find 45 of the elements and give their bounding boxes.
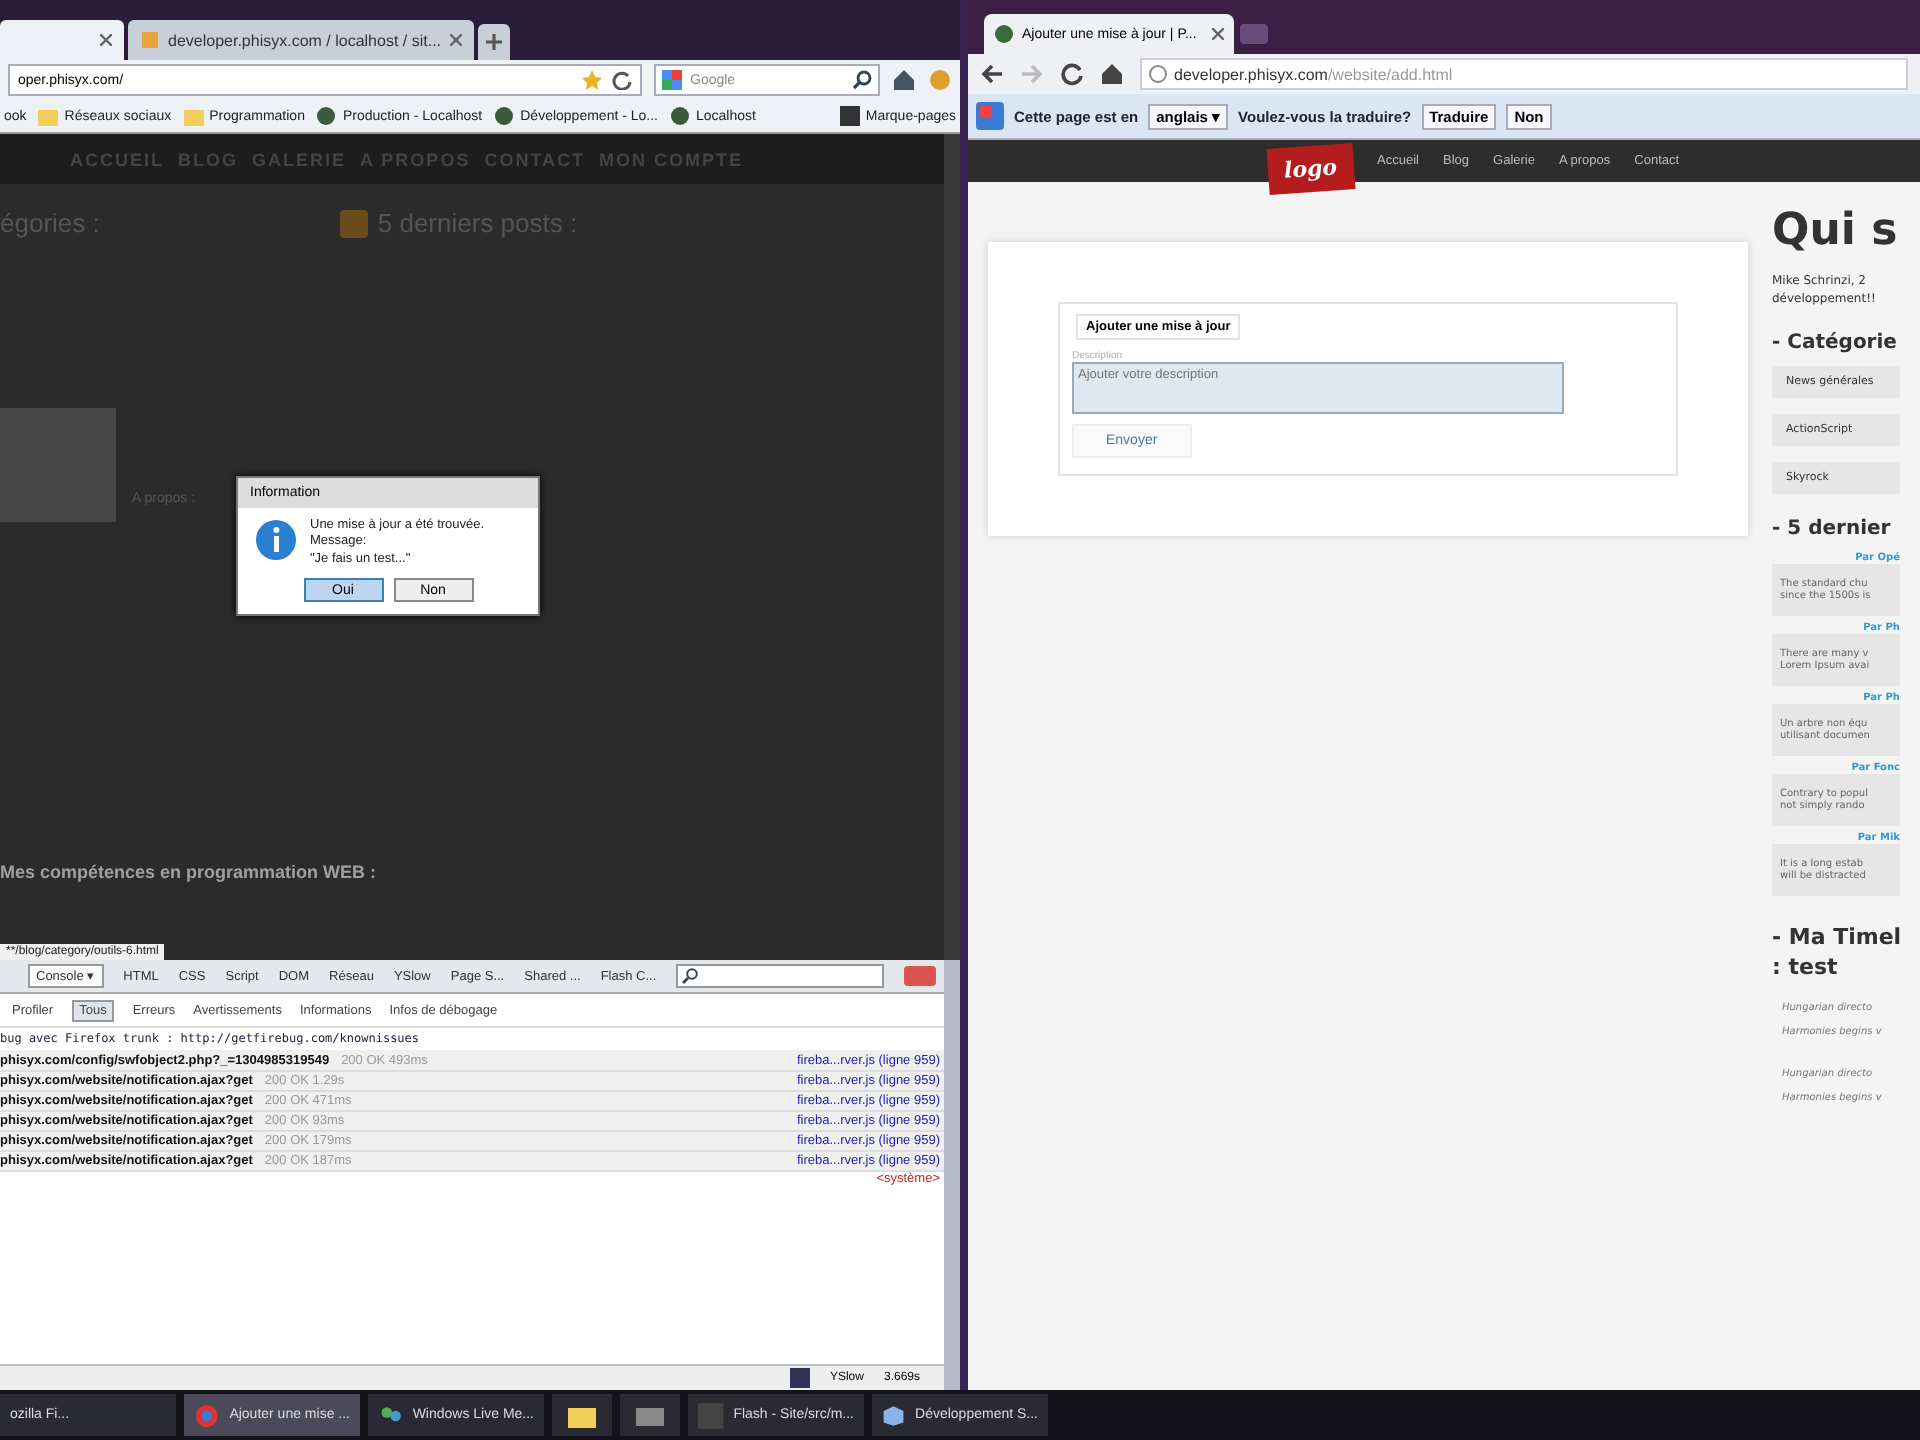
logo[interactable]: logo xyxy=(1266,143,1355,195)
taskbar-button[interactable] xyxy=(620,1394,680,1436)
address-bar[interactable]: developer.phisyx.com/website/add.html xyxy=(1140,58,1908,90)
globe-icon xyxy=(670,106,690,126)
section-heading: Mes compétences en programmation WEB : xyxy=(0,862,379,882)
section-heading: - Ma Timel xyxy=(1772,924,1900,954)
new-tab-button[interactable] xyxy=(477,24,510,60)
globe-icon xyxy=(994,24,1014,44)
search-field[interactable] xyxy=(676,964,884,988)
home-icon xyxy=(892,68,916,92)
translate-icon xyxy=(976,102,1004,130)
home-icon xyxy=(1100,62,1124,86)
folder-icon xyxy=(183,106,204,126)
photo-placeholder xyxy=(0,408,116,522)
section-heading: : test xyxy=(1772,953,1840,984)
google-icon xyxy=(662,70,682,90)
page-icon xyxy=(1148,64,1168,84)
plus-icon xyxy=(485,34,502,50)
page-title: Qui s xyxy=(1772,206,1900,256)
bookmarks-icon xyxy=(839,106,860,126)
close-icon xyxy=(100,34,112,46)
yslow-icon xyxy=(789,1368,810,1388)
reload-icon xyxy=(612,70,632,90)
close-icon xyxy=(449,34,462,46)
browser-tab[interactable]: developer.phisyx.com / localhost / sit... xyxy=(128,20,474,60)
globe-icon xyxy=(316,106,337,126)
page-icon xyxy=(140,30,160,50)
reload-icon xyxy=(1060,62,1084,86)
close-icon xyxy=(904,966,936,986)
cube-icon xyxy=(882,1401,906,1429)
info-icon xyxy=(254,518,298,562)
search-icon xyxy=(852,70,872,90)
back-icon xyxy=(980,62,1004,86)
star-icon xyxy=(582,70,602,90)
globe-icon xyxy=(494,106,515,126)
folder-icon xyxy=(38,106,59,126)
section-heading: - 5 dernier xyxy=(1772,518,1893,540)
close-icon xyxy=(1212,28,1224,40)
section-heading: - Catégorie xyxy=(1772,332,1899,354)
browser-icon xyxy=(194,1401,220,1429)
taskbar-button[interactable] xyxy=(552,1394,612,1436)
forward-icon xyxy=(1020,62,1044,86)
search-icon xyxy=(682,968,699,984)
addon-icon xyxy=(928,68,952,92)
app-icon xyxy=(698,1401,724,1429)
